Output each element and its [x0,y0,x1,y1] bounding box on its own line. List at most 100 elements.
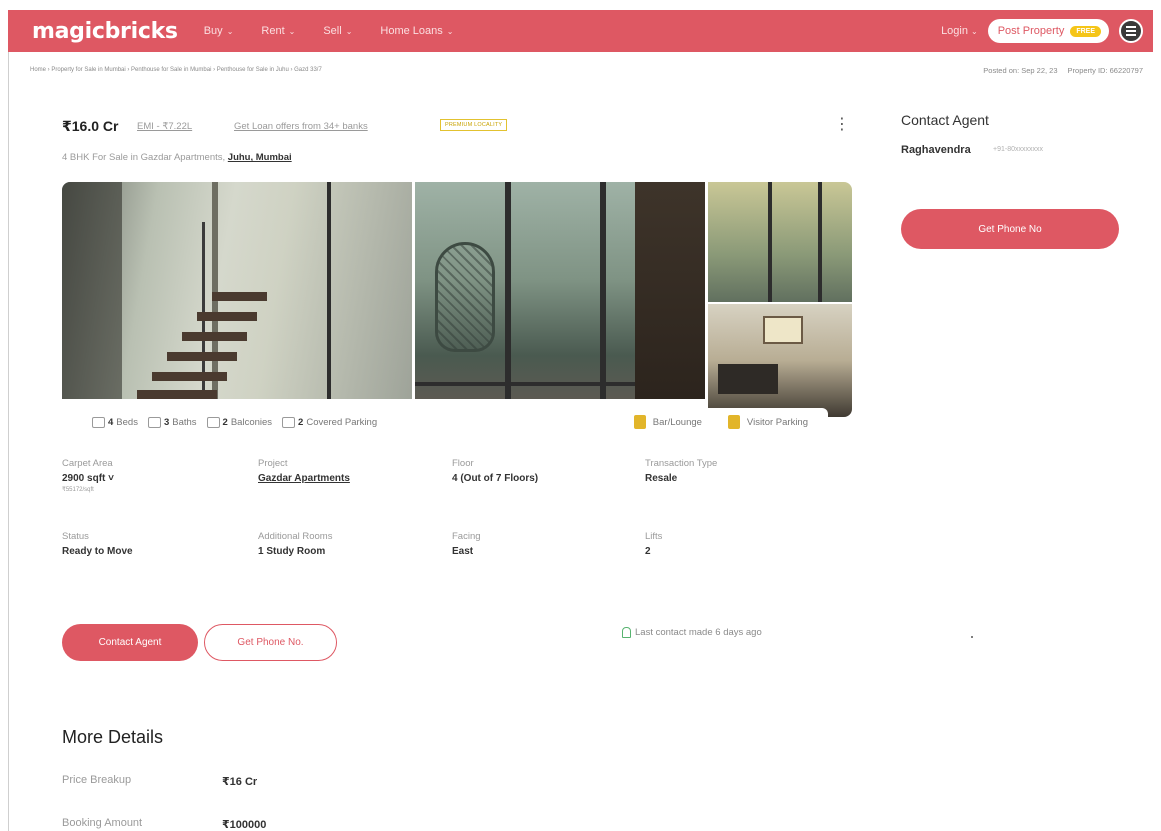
wall-shadow [62,182,122,399]
amenities-bar: 4 Beds 3 Baths 2 Balconies 2 Covered Parking… [80,408,828,436]
price-breakup-value: ₹16 Cr [222,776,258,788]
post-property-label: Post Property [997,25,1065,37]
carpet-area: Carpet Area 2900 sqft ˅ ₹55172/sqft [62,458,114,493]
project-link[interactable]: Gazdar Apartments [258,473,350,484]
last-contact-info: Last contact made 6 days ago [622,627,762,638]
nav-sell[interactable]: Sell ⌄ [323,25,352,37]
gallery-photo-staircase[interactable] [62,182,412,399]
nav-buy-label: Buy [203,25,223,37]
bed-icon [92,416,105,428]
contact-agent-button[interactable]: Contact Agent [62,624,198,661]
facing-value: East [452,546,474,557]
status-label: Status [62,531,89,542]
status-value: Ready to Move [62,546,133,557]
price-per-sqft: ₹55172/sqft [62,487,94,493]
agent-name: Raghavendra [901,144,971,156]
nav-home-loans-label: Home Loans [380,25,443,37]
agent-phone-masked: +91-80xxxxxxxx [993,146,1043,153]
more-options-icon[interactable]: ⋮ [834,114,850,134]
login-button[interactable]: Login ⌄ [941,25,978,37]
stair-step [137,390,217,399]
login-label: Login [941,25,968,37]
last-contact-text: Last contact made 6 days ago [635,627,762,638]
nav-rent[interactable]: Rent ⌄ [261,25,295,37]
additional-rooms-value: 1 Study Room [258,546,326,557]
baths-info: 3 Baths [147,416,197,428]
listing-subtitle: 4 BHK For Sale in Gazdar Apartments, Juh… [62,152,292,163]
header-actions: Login ⌄ Post Property FREE [941,10,1143,52]
price-breakup-label: Price Breakup [62,774,132,786]
emi-link[interactable]: EMI - ₹7.22L [137,121,192,132]
page-edge [8,52,9,831]
parking-info: 2 Covered Parking [282,416,378,428]
chevron-down-icon: ⌄ [288,26,296,36]
project: Project Gazdar Apartments [258,458,350,484]
bar-lounge-icon [633,415,646,429]
premium-locality-badge: PREMIUM LOCALITY [440,119,508,131]
window-frame [505,182,511,399]
carpet-area-value[interactable]: 2900 sqft ˅ [62,473,114,484]
additional-rooms: Additional Rooms 1 Study Room [258,531,332,557]
person-icon [622,627,631,638]
project-label: Project [258,458,288,469]
balconies-count: 2 [222,416,228,428]
chevron-down-icon: ⌄ [970,26,978,36]
stair-step [212,292,267,301]
lifts: Lifts 2 [645,531,662,557]
transaction-type-value: Resale [645,473,678,484]
bath-icon [147,416,161,428]
post-property-button[interactable]: Post Property FREE [987,19,1109,43]
posted-info: Posted on: Sep 22, 23 Property ID: 66220… [983,66,1143,75]
location-link[interactable]: Juhu, Mumbai [228,152,292,163]
window-frame [212,182,218,399]
contact-agent-heading: Contact Agent [901,112,989,128]
more-details-heading: More Details [62,727,164,747]
window-frame [818,182,822,302]
gallery-photo-balcony[interactable] [415,182,705,399]
get-phone-button[interactable]: Get Phone No. [204,624,337,661]
visitor-parking-icon [727,415,740,429]
transaction-type-label: Transaction Type [645,458,718,469]
gallery-photo-living-room[interactable] [708,304,852,417]
sofa [718,364,778,394]
floor-label: Floor [452,458,474,469]
main-nav: Buy ⌄ Rent ⌄ Sell ⌄ Home Loans ⌄ [204,25,454,37]
stair-step [167,352,237,361]
listing-subtitle-text: 4 BHK For Sale in Gazdar Apartments, [62,152,226,163]
lifts-label: Lifts [645,531,663,542]
stair-step [197,312,257,321]
balconies-label: Balconies [230,416,273,428]
carpet-area-label: Carpet Area [62,458,113,469]
nav-sell-label: Sell [323,25,342,37]
magicbricks-logo[interactable]: magicbricks [32,19,178,44]
stray-dot [971,636,973,638]
property-id: Property ID: 66220797 [1067,66,1143,75]
parking-label: Covered Parking [306,416,378,428]
booking-amount-label: Booking Amount [62,817,143,829]
booking-amount-value: ₹100000 [222,819,267,831]
loan-offers-link[interactable]: Get Loan offers from 34+ banks [234,121,368,132]
card-get-phone-button[interactable]: Get Phone No [901,209,1119,249]
facing-label: Facing [452,531,481,542]
lifts-value: 2 [645,546,651,557]
nav-home-loans[interactable]: Home Loans ⌄ [380,25,453,37]
featured-amenities: Bar/Lounge Visitor Parking [633,415,818,429]
swing-chair [435,242,495,352]
bar-lounge-label: Bar/Lounge [652,416,702,428]
hamburger-menu-icon[interactable] [1119,19,1143,43]
baths-label: Baths [172,416,197,428]
transaction-type: Transaction Type Resale [645,458,717,484]
breadcrumb[interactable]: Home › Property for Sale in Mumbai › Pen… [30,67,322,73]
photo-gallery[interactable] [62,182,852,417]
chevron-down-icon: ⌄ [446,26,454,36]
parking-count: 2 [298,416,304,428]
balconies-info: 2 Balconies [206,416,273,428]
gallery-photo-swing[interactable] [708,182,852,302]
floor-value: 4 (Out of 7 Floors) [452,473,539,484]
nav-buy[interactable]: Buy ⌄ [204,25,234,37]
car-icon [282,416,296,428]
window-frame [327,182,331,399]
nav-rent-label: Rent [261,25,285,37]
beds-count: 4 [108,416,114,428]
stair-step [182,332,247,341]
